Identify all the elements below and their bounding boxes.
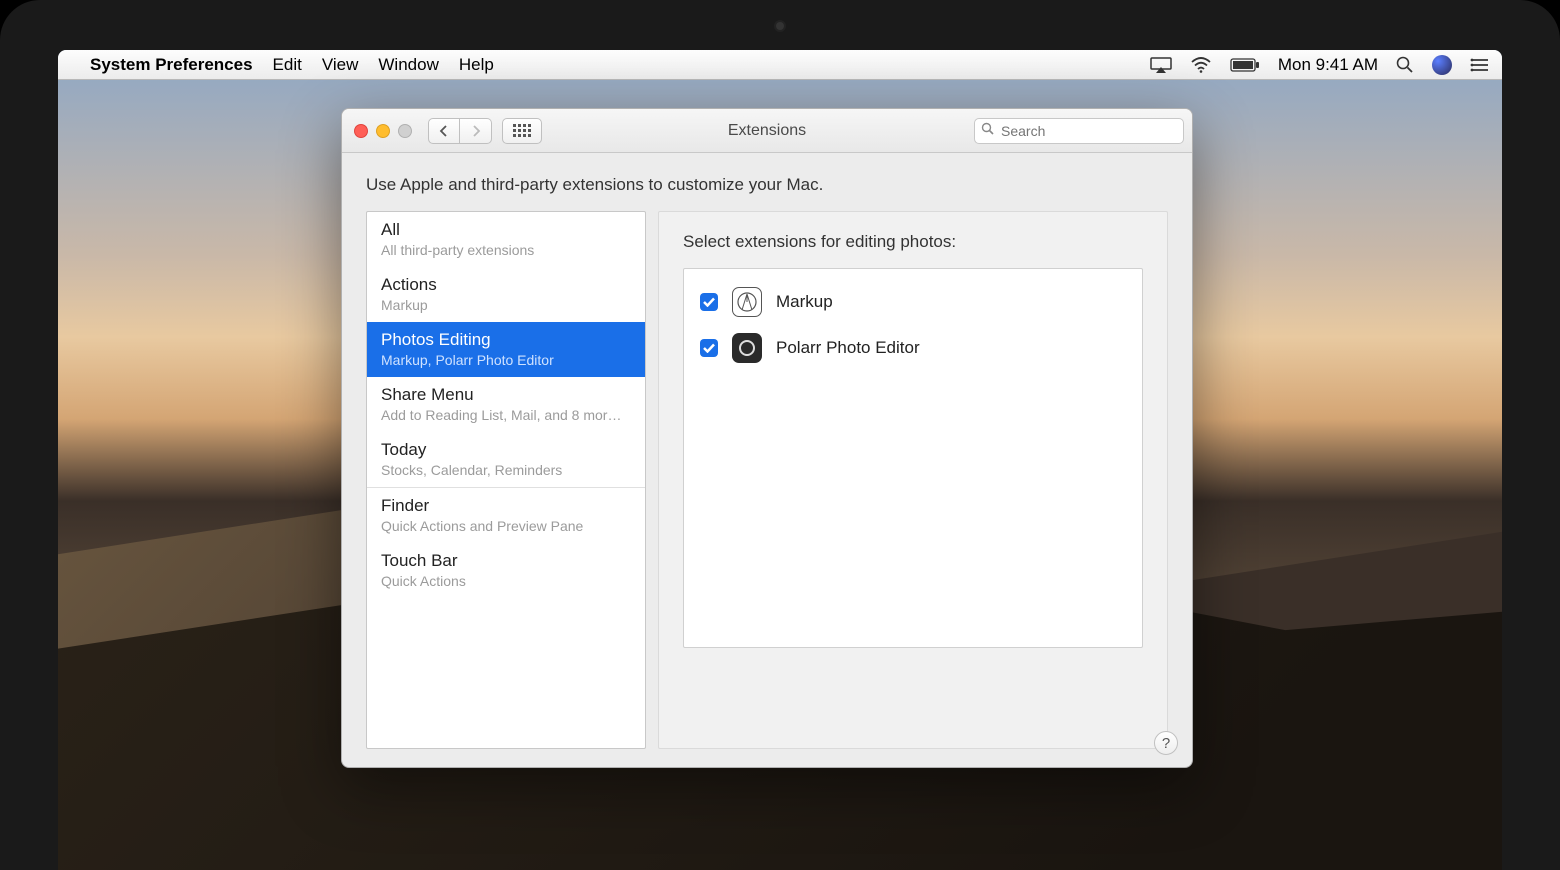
- spotlight-icon[interactable]: [1396, 56, 1414, 74]
- sidebar-item-today[interactable]: Today Stocks, Calendar, Reminders: [367, 432, 645, 487]
- checkbox-markup[interactable]: [700, 293, 718, 311]
- camera-notch: [774, 20, 786, 32]
- battery-icon[interactable]: [1230, 58, 1260, 72]
- minimize-button[interactable]: [376, 124, 390, 138]
- menu-edit[interactable]: Edit: [273, 55, 302, 75]
- search-icon: [981, 122, 995, 139]
- siri-icon[interactable]: [1432, 55, 1452, 75]
- detail-panel: Select extensions for editing photos: Ma…: [658, 211, 1168, 749]
- show-all-button[interactable]: [502, 118, 542, 144]
- help-button[interactable]: ?: [1154, 731, 1178, 755]
- sidebar-item-touch-bar[interactable]: Touch Bar Quick Actions: [367, 543, 645, 598]
- sidebar-item-actions[interactable]: Actions Markup: [367, 267, 645, 322]
- menu-window[interactable]: Window: [378, 55, 438, 75]
- markup-icon: [732, 287, 762, 317]
- sidebar-item-finder[interactable]: Finder Quick Actions and Preview Pane: [367, 488, 645, 543]
- sidebar-item-photos-editing[interactable]: Photos Editing Markup, Polarr Photo Edit…: [367, 322, 645, 377]
- sidebar-item-share-menu[interactable]: Share Menu Add to Reading List, Mail, an…: [367, 377, 645, 432]
- extension-row-markup: Markup: [700, 279, 1126, 325]
- search-field[interactable]: [974, 118, 1184, 144]
- menu-help[interactable]: Help: [459, 55, 494, 75]
- forward-button: [460, 118, 492, 144]
- polarr-icon: [732, 333, 762, 363]
- checkbox-polarr[interactable]: [700, 339, 718, 357]
- extension-label: Polarr Photo Editor: [776, 338, 920, 358]
- detail-heading: Select extensions for editing photos:: [683, 232, 1143, 252]
- back-button[interactable]: [428, 118, 460, 144]
- extensions-list: Markup Polarr Photo Editor: [683, 268, 1143, 648]
- description-text: Use Apple and third-party extensions to …: [366, 175, 1168, 195]
- search-input[interactable]: [1001, 123, 1182, 139]
- preferences-window: Extensions Use Apple and third-party ext…: [341, 108, 1193, 768]
- extension-label: Markup: [776, 292, 833, 312]
- menu-bar: System Preferences Edit View Window Help…: [58, 50, 1502, 80]
- grid-icon: [513, 124, 531, 137]
- window-titlebar: Extensions: [342, 109, 1192, 153]
- menu-view[interactable]: View: [322, 55, 359, 75]
- app-name[interactable]: System Preferences: [90, 55, 253, 75]
- sidebar-item-all[interactable]: All All third-party extensions: [367, 212, 645, 267]
- airplay-icon[interactable]: [1150, 57, 1172, 73]
- notification-center-icon[interactable]: [1470, 57, 1490, 73]
- menu-bar-clock[interactable]: Mon 9:41 AM: [1278, 55, 1378, 75]
- category-sidebar: All All third-party extensions Actions M…: [366, 211, 646, 749]
- wifi-icon[interactable]: [1190, 57, 1212, 73]
- close-button[interactable]: [354, 124, 368, 138]
- zoom-button: [398, 124, 412, 138]
- extension-row-polarr: Polarr Photo Editor: [700, 325, 1126, 371]
